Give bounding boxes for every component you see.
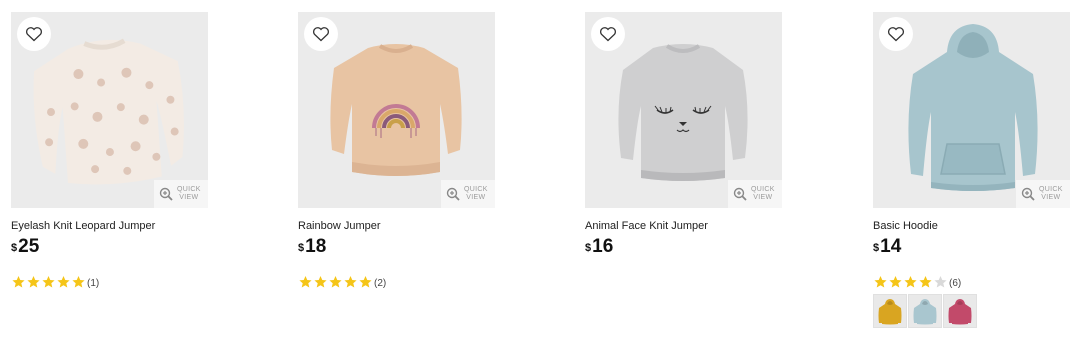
quick-view-button[interactable]: QUICK VIEW (154, 180, 208, 208)
quick-view-label: QUICK (177, 186, 201, 193)
color-swatch-mustard[interactable] (873, 294, 907, 328)
wishlist-heart-button[interactable] (17, 17, 51, 51)
star-icon (42, 276, 55, 288)
product-image[interactable]: QUICK VIEW (11, 12, 208, 208)
review-count: (2) (374, 277, 387, 289)
zoom-in-icon (159, 187, 173, 201)
wishlist-heart-button[interactable] (304, 17, 338, 51)
hoodie-thumbnail-icon (913, 299, 937, 325)
product-rating[interactable]: (1) (11, 275, 208, 289)
product-rating[interactable]: (2) (298, 275, 495, 289)
product-name[interactable]: Eyelash Knit Leopard Jumper (11, 220, 208, 233)
product-card[interactable]: QUICK VIEW Animal Face Knit Jumper $16 (585, 12, 782, 258)
star-icon (57, 276, 70, 288)
review-count: (6) (949, 277, 962, 289)
zoom-in-icon (1021, 187, 1035, 201)
star-icon (329, 276, 342, 288)
star-rating (11, 275, 86, 289)
star-icon (889, 276, 902, 288)
product-name[interactable]: Basic Hoodie (873, 220, 1070, 233)
star-rating (298, 275, 373, 289)
quick-view-label: QUICK (1039, 186, 1063, 193)
heart-icon (26, 27, 42, 42)
product-card[interactable]: QUICK VIEW Eyelash Knit Leopard Jumper $2… (11, 12, 208, 289)
quick-view-label: QUICK (751, 186, 775, 193)
heart-icon (888, 27, 904, 42)
product-name[interactable]: Animal Face Knit Jumper (585, 220, 782, 233)
hoodie-thumbnail-icon (878, 299, 902, 325)
quick-view-label: VIEW (753, 194, 773, 201)
product-price: $25 (11, 236, 208, 258)
star-icon (904, 276, 917, 288)
wishlist-heart-button[interactable] (879, 17, 913, 51)
product-price: $18 (298, 236, 495, 258)
star-icon (359, 276, 372, 288)
wishlist-heart-button[interactable] (591, 17, 625, 51)
product-image[interactable]: QUICK VIEW (298, 12, 495, 208)
star-icon (874, 276, 887, 288)
heart-icon (600, 27, 616, 42)
currency-symbol: $ (11, 242, 18, 254)
product-card[interactable]: QUICK VIEW Rainbow Jumper $18 (2) (298, 12, 495, 289)
color-swatch-blue[interactable] (908, 294, 942, 328)
star-icon (344, 276, 357, 288)
quick-view-label: VIEW (1041, 194, 1061, 201)
color-swatches (873, 294, 1070, 328)
heart-icon (313, 27, 329, 42)
product-image[interactable]: QUICK VIEW (873, 12, 1070, 208)
star-icon (72, 276, 85, 288)
product-rating[interactable]: (6) (873, 275, 1070, 289)
quick-view-label: VIEW (179, 194, 199, 201)
zoom-in-icon (446, 187, 460, 201)
product-name[interactable]: Rainbow Jumper (298, 220, 495, 233)
quick-view-button[interactable]: QUICK VIEW (728, 180, 782, 208)
product-price: $14 (873, 236, 1070, 258)
price-value: 16 (592, 236, 614, 257)
quick-view-label: QUICK (464, 186, 488, 193)
price-value: 18 (305, 236, 327, 257)
star-icon (314, 276, 327, 288)
currency-symbol: $ (873, 242, 880, 254)
star-icon (934, 276, 947, 288)
star-rating (873, 275, 948, 289)
currency-symbol: $ (298, 242, 305, 254)
hoodie-thumbnail-icon (948, 299, 972, 325)
product-image[interactable]: QUICK VIEW (585, 12, 782, 208)
zoom-in-icon (733, 187, 747, 201)
price-value: 14 (880, 236, 902, 257)
star-icon (919, 276, 932, 288)
product-card[interactable]: QUICK VIEW Basic Hoodie $14 (6) (873, 12, 1070, 328)
review-count: (1) (87, 277, 100, 289)
color-swatch-pink[interactable] (943, 294, 977, 328)
quick-view-button[interactable]: QUICK VIEW (1016, 180, 1070, 208)
star-icon (299, 276, 312, 288)
product-price: $16 (585, 236, 782, 258)
star-icon (27, 276, 40, 288)
price-value: 25 (18, 236, 40, 257)
currency-symbol: $ (585, 242, 592, 254)
star-icon (12, 276, 25, 288)
quick-view-label: VIEW (466, 194, 486, 201)
quick-view-button[interactable]: QUICK VIEW (441, 180, 495, 208)
